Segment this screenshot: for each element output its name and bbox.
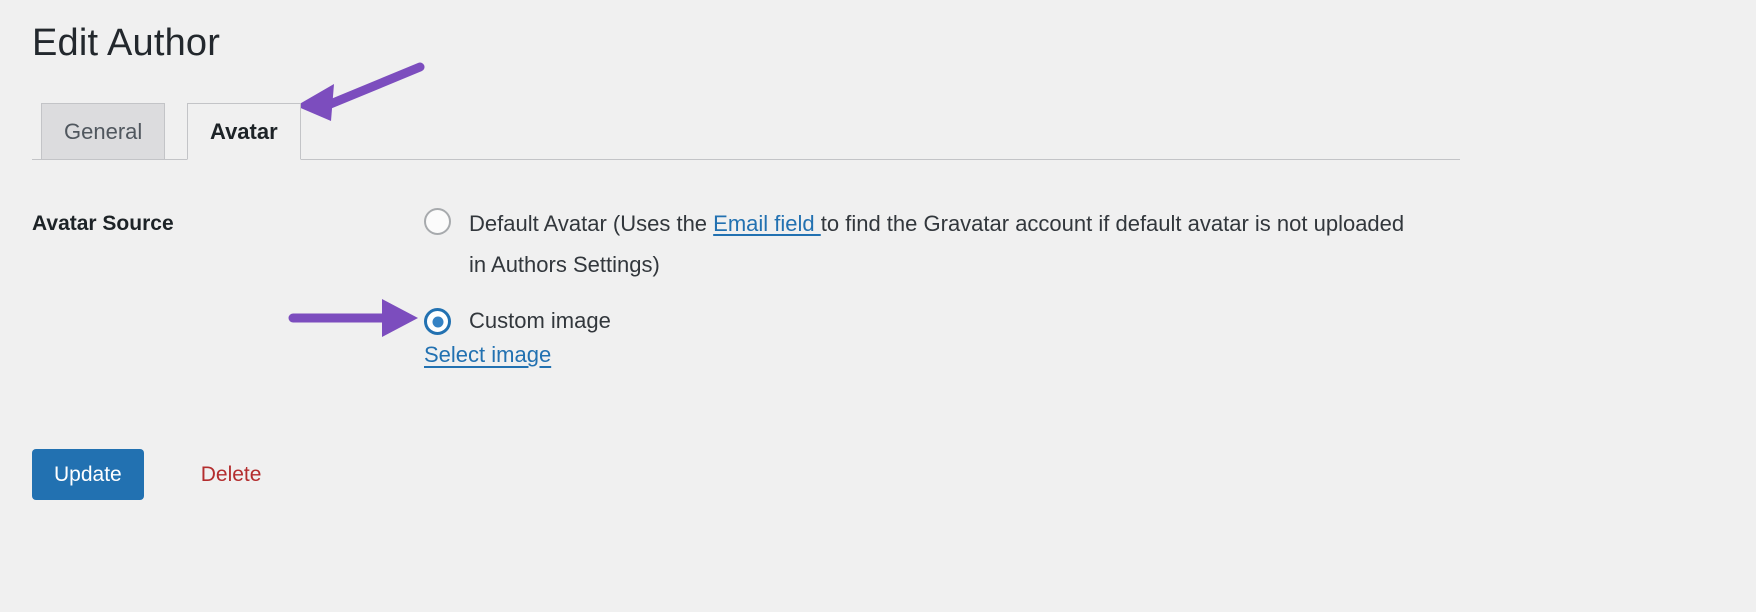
tab-avatar-label: Avatar [210,119,278,144]
email-field-link[interactable]: Email field [713,211,821,236]
radio-custom-image[interactable] [424,308,451,335]
option-default-avatar[interactable]: Default Avatar (Uses the Email field to … [424,203,1424,285]
arrow-icon-to-custom-image-radio [288,299,418,337]
tab-avatar[interactable]: Avatar [187,103,301,160]
avatar-source-radio-group: Default Avatar (Uses the Email field to … [424,203,1424,339]
option-custom-image-label: Custom image [469,308,611,333]
page-title: Edit Author [32,22,221,64]
select-image-wrapper: Select image [424,342,551,368]
delete-button[interactable]: Delete [201,463,262,487]
radio-default-avatar[interactable] [424,208,451,235]
select-image-link[interactable]: Select image [424,342,551,367]
update-button[interactable]: Update [32,449,144,500]
edit-author-page: Edit Author General Avatar Avatar Source… [0,0,1756,612]
tab-bar: General Avatar [32,100,1460,160]
avatar-source-label: Avatar Source [32,212,174,235]
default-avatar-text-before: Default Avatar (Uses the [469,211,714,236]
tab-general-label: General [64,119,143,144]
option-custom-image[interactable]: Custom image [424,303,1424,339]
tab-general[interactable]: General [41,103,166,160]
form-actions: Update Delete [32,449,261,500]
option-default-avatar-label: Default Avatar (Uses the Email field to … [469,203,1424,285]
